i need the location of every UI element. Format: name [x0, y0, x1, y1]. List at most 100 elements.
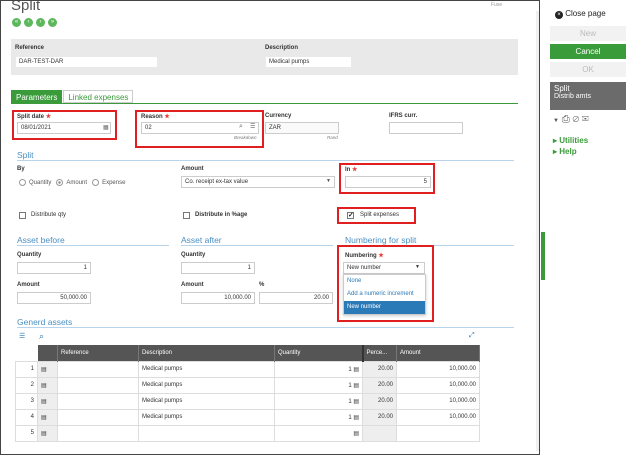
highlight-reason [135, 110, 264, 148]
cell-description[interactable]: Medical pumps [138, 360, 275, 378]
tab-linked-expenses[interactable]: Linked expenses [63, 90, 134, 103]
radio-quantity[interactable] [19, 179, 26, 186]
tab-bar: Parameters Linked expenses [11, 90, 134, 103]
row-detail-icon[interactable]: ▤ [37, 392, 58, 410]
cell-percent[interactable]: 20.00 [362, 360, 397, 378]
cell-quantity[interactable]: ▤ [274, 424, 363, 442]
after-amount-label: Amount [181, 282, 204, 288]
row-detail-icon[interactable]: ▤ [37, 408, 58, 426]
by-radio-group: Quantity Amount Expense [19, 179, 125, 186]
icon-header [37, 345, 58, 361]
distribute-pct-checkbox[interactable] [183, 212, 190, 219]
cell-amount[interactable] [396, 424, 480, 442]
numbering-title: Numbering for split [345, 235, 417, 245]
dropdown-icon[interactable]: ▼ [553, 118, 559, 124]
amount-label: Amount [181, 166, 204, 172]
cell-amount[interactable]: 10,000.00 [396, 360, 480, 378]
previous-record-icon[interactable]: ‹ [24, 18, 33, 27]
split-section-title: Split [17, 150, 34, 160]
distribute-qty-checkbox[interactable] [19, 212, 26, 219]
cell-reference[interactable] [57, 408, 139, 426]
nav-icons: « ‹ › » [12, 18, 57, 27]
cell-percent[interactable]: 20.00 [362, 392, 397, 410]
before-quantity-label: Quantity [17, 252, 42, 258]
search-icon[interactable]: ⌕ [39, 331, 44, 342]
row-number: 3 [15, 392, 38, 410]
table-row[interactable]: 5 ▤ ▤ [15, 424, 480, 442]
radio-expense[interactable] [92, 179, 100, 186]
cell-description[interactable]: Medical pumps [138, 376, 275, 394]
cell-description[interactable]: Medical pumps [138, 408, 275, 426]
cell-reference[interactable] [57, 424, 139, 442]
last-record-icon[interactable]: » [48, 18, 57, 27]
cell-percent[interactable]: 20.00 [362, 408, 397, 426]
first-record-icon[interactable]: « [12, 18, 21, 27]
attachment-icon[interactable]: ⌀ [573, 114, 580, 125]
cell-amount[interactable]: 10,000.00 [396, 392, 480, 410]
col-description: Description [138, 345, 275, 361]
before-amount-label: Amount [17, 282, 40, 288]
expand-icon[interactable]: ⤢ [469, 332, 475, 340]
cell-quantity[interactable]: 1 ▤ [274, 392, 363, 410]
cell-amount[interactable]: 10,000.00 [396, 408, 480, 426]
top-right-label: Fuse [491, 2, 503, 8]
table-header: Reference Description Quantity Perce... … [15, 345, 480, 361]
tab-parameters[interactable]: Parameters [11, 90, 63, 103]
after-amount-field: 10,000.00 [181, 292, 255, 304]
description-field: Medical pumps [265, 56, 352, 68]
row-detail-icon[interactable]: ▤ [37, 360, 58, 378]
reference-label: Reference [15, 45, 45, 51]
main-panel: Split Fuse « ‹ › » Reference DAR-TEST-DA… [0, 0, 540, 455]
ifrs-label: IFRS curr. [389, 113, 418, 119]
by-label: By [17, 166, 25, 172]
row-number: 1 [15, 360, 38, 378]
distribute-qty-label: Distribute qty [31, 212, 67, 218]
vertical-scrollbar[interactable] [536, 11, 539, 451]
currency-label: Currency [265, 113, 292, 119]
table-row[interactable]: 3 ▤ Medical pumps 1 ▤ 20.00 10,000.00 [15, 392, 480, 410]
amount-select[interactable]: Co. receipt ex-tax value [181, 176, 335, 188]
cell-percent[interactable]: 20.00 [362, 376, 397, 394]
highlight-numbering [337, 245, 434, 322]
asset-after-title: Asset after [181, 235, 222, 245]
grid-view-icon[interactable]: ☰ [19, 332, 25, 340]
cell-percent[interactable] [362, 424, 397, 442]
cell-reference[interactable] [57, 376, 139, 394]
cancel-button[interactable]: Cancel [550, 44, 626, 59]
cell-reference[interactable] [57, 392, 139, 410]
table-row[interactable]: 1 ▤ Medical pumps 1 ▤ 20.00 10,000.00 [15, 360, 480, 378]
row-number: 2 [15, 376, 38, 394]
toolbar-icons: ▼ ⎙ ⌀ ✉ [553, 114, 589, 125]
highlight-in [339, 163, 435, 194]
cell-amount[interactable]: 10,000.00 [396, 376, 480, 394]
cell-quantity[interactable]: 1 ▤ [274, 408, 363, 426]
new-button[interactable]: New [550, 26, 626, 41]
print-icon[interactable]: ⎙ [562, 114, 570, 125]
generated-title: Generd assets [17, 317, 73, 327]
comment-icon[interactable]: ✉ [582, 114, 589, 125]
row-detail-icon[interactable]: ▤ [37, 376, 58, 394]
cell-description[interactable]: Medical pumps [138, 392, 275, 410]
after-quantity-field: 1 [181, 262, 255, 274]
close-page-link[interactable]: × Close page [555, 9, 606, 19]
cell-description[interactable] [138, 424, 275, 442]
cell-reference[interactable] [57, 360, 139, 378]
split-function-button[interactable]: Split Distrib amts [550, 82, 626, 110]
cell-quantity[interactable]: 1 ▤ [274, 376, 363, 394]
cell-quantity[interactable]: 1 ▤ [274, 360, 363, 378]
asset-after-line [181, 245, 333, 246]
rownum-header [15, 345, 38, 361]
generated-assets-table: Reference Description Quantity Perce... … [15, 345, 480, 442]
split-section-line [17, 160, 514, 161]
after-pct-label: % [259, 282, 265, 288]
ok-button[interactable]: OK [550, 62, 626, 77]
generated-line [17, 327, 514, 328]
help-link[interactable]: ▸ Help [553, 147, 577, 156]
table-row[interactable]: 4 ▤ Medical pumps 1 ▤ 20.00 10,000.00 [15, 408, 480, 426]
currency-field: ZAR [265, 122, 339, 134]
next-record-icon[interactable]: › [36, 18, 45, 27]
utilities-link[interactable]: ▸ Utilities [553, 136, 588, 145]
radio-amount[interactable] [56, 179, 64, 186]
table-row[interactable]: 2 ▤ Medical pumps 1 ▤ 20.00 10,000.00 [15, 376, 480, 394]
row-detail-icon[interactable]: ▤ [37, 424, 58, 442]
